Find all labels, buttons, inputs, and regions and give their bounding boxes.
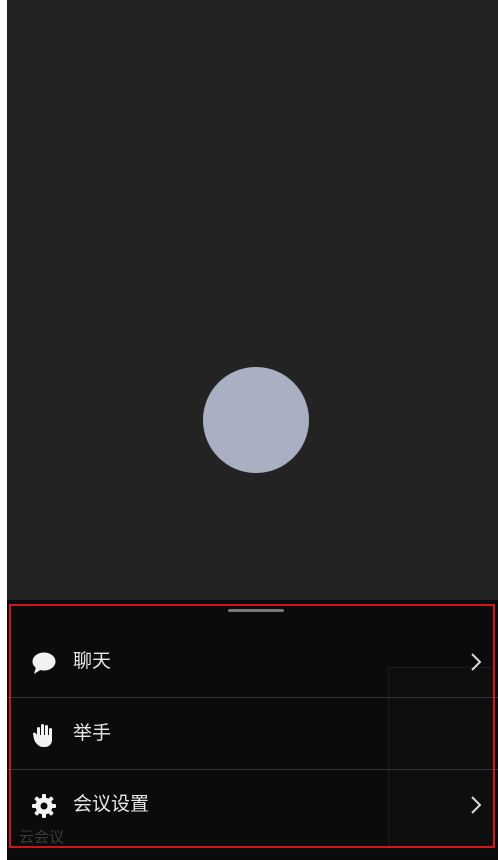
chat-bubble-icon <box>32 652 56 674</box>
menu-item-raise-hand[interactable]: 举手 <box>7 700 498 770</box>
menu-item-meeting-settings[interactable]: 会议设置 <box>7 771 498 841</box>
meeting-screen: 聊天 举手 会议设置 云会议 <box>7 0 498 860</box>
chevron-right-icon <box>471 796 482 814</box>
video-area <box>7 0 498 600</box>
menu-divider <box>7 697 498 698</box>
menu-divider <box>7 769 498 770</box>
gear-icon <box>32 794 56 818</box>
menu-item-label: 聊天 <box>73 650 112 672</box>
menu-item-label: 举手 <box>73 722 112 744</box>
sheet-drag-handle[interactable] <box>228 609 284 612</box>
chevron-right-icon <box>471 653 482 671</box>
menu-item-label: 会议设置 <box>73 793 150 815</box>
participant-avatar <box>203 367 309 473</box>
app-watermark: 云会议 <box>19 828 65 846</box>
menu-item-chat[interactable]: 聊天 <box>7 628 498 698</box>
raise-hand-icon <box>33 724 52 747</box>
